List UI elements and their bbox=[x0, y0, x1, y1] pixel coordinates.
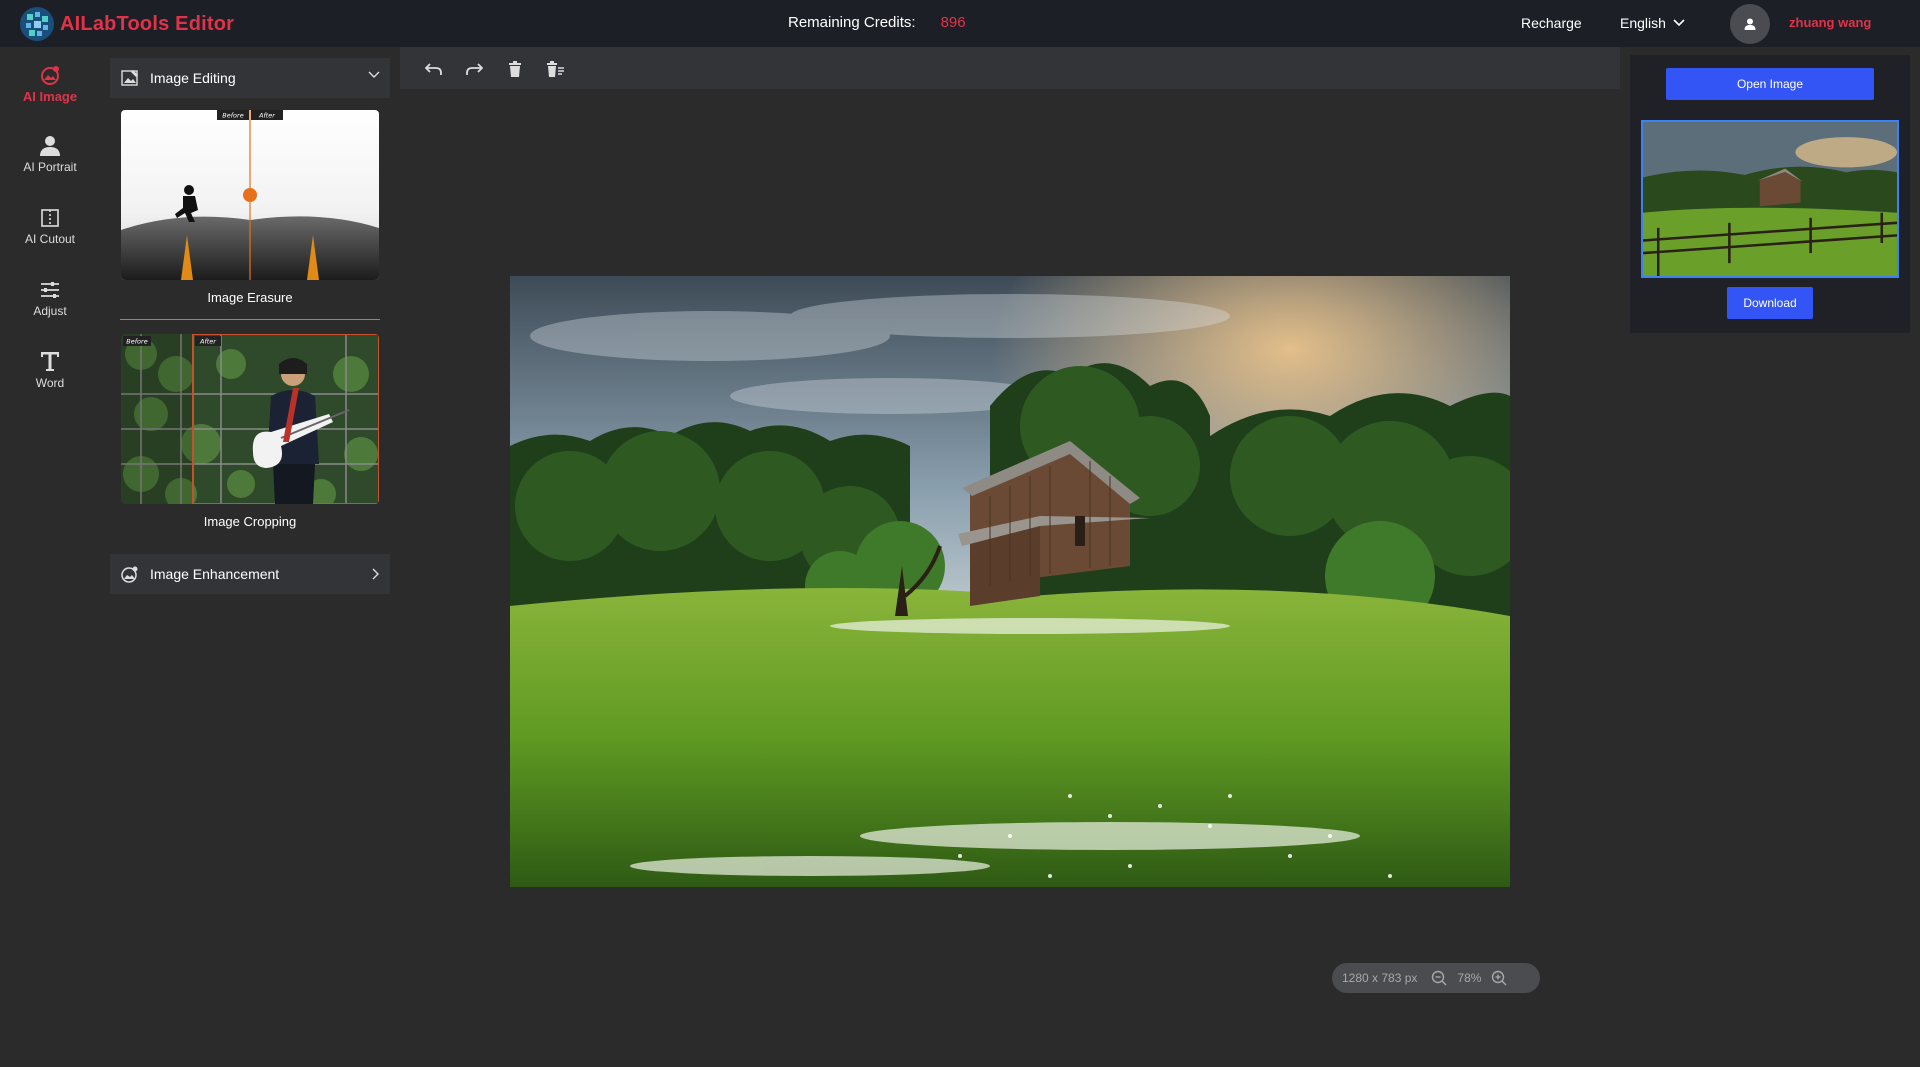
text-icon bbox=[41, 352, 59, 371]
nav-item-adjust[interactable]: Adjust bbox=[0, 279, 100, 339]
cropping-preview: Before After bbox=[121, 334, 379, 504]
zoom-in-icon[interactable] bbox=[1491, 970, 1507, 986]
delete-button[interactable] bbox=[505, 59, 525, 79]
zoom-out-icon[interactable] bbox=[1431, 970, 1447, 986]
credits-display: Remaining Credits: 896 bbox=[788, 14, 966, 31]
nav-label: AI Portrait bbox=[23, 160, 77, 174]
right-panel: Open Image Download bbox=[1630, 55, 1910, 333]
chevron-right-icon bbox=[372, 568, 379, 580]
username[interactable]: zhuang wang bbox=[1789, 15, 1871, 30]
tool-panel: Image Editing Before After Image Erasure… bbox=[100, 47, 400, 1067]
brand-name: AILabTools Editor bbox=[60, 12, 235, 35]
section-title: Image Enhancement bbox=[150, 566, 280, 582]
credits-label: Remaining Credits: bbox=[788, 14, 916, 31]
tool-label: Image Erasure bbox=[207, 290, 293, 305]
nav-label: Adjust bbox=[33, 304, 67, 318]
redo-icon bbox=[466, 63, 483, 75]
recharge-link[interactable]: Recharge bbox=[1521, 15, 1582, 31]
section-title: Image Editing bbox=[150, 70, 236, 86]
nav-label: AI Cutout bbox=[24, 232, 76, 246]
chevron-down-icon bbox=[1673, 19, 1685, 27]
after-tag: After bbox=[258, 112, 276, 120]
enhance-icon bbox=[121, 566, 138, 583]
erasure-preview: Before After bbox=[121, 110, 379, 280]
undo-button[interactable] bbox=[424, 59, 444, 79]
brand-logo[interactable]: AILabTools Editor bbox=[18, 5, 234, 43]
left-nav: AI Image AI Portrait AI Cutout Adjust Wo… bbox=[0, 47, 100, 1067]
section-image-enhancement[interactable]: Image Enhancement bbox=[110, 554, 390, 594]
delete-icon bbox=[509, 61, 521, 77]
divider bbox=[120, 319, 380, 320]
tool-label: Image Cropping bbox=[203, 514, 297, 529]
tool-image-erasure[interactable]: Before After Image Erasure bbox=[121, 110, 379, 305]
clear-all-icon bbox=[547, 61, 564, 77]
nav-item-ai-image[interactable]: AI Image bbox=[0, 64, 100, 124]
cutout-icon bbox=[41, 209, 59, 227]
before-tag: Before bbox=[126, 338, 147, 346]
redo-button[interactable] bbox=[464, 59, 484, 79]
nav-item-word[interactable]: Word bbox=[0, 349, 100, 409]
section-image-editing[interactable]: Image Editing bbox=[110, 58, 390, 98]
image-dimensions: 1280 x 783 px bbox=[1342, 971, 1418, 985]
user-icon bbox=[1744, 18, 1756, 30]
portrait-icon bbox=[40, 136, 60, 156]
zoom-bar: 1280 x 783 px 78% bbox=[1332, 963, 1540, 993]
nav-item-ai-cutout[interactable]: AI Cutout bbox=[0, 207, 100, 267]
chevron-down-icon bbox=[368, 71, 380, 78]
undo-icon bbox=[425, 63, 442, 75]
before-tag: Before bbox=[222, 112, 243, 120]
language-select[interactable]: English bbox=[1620, 15, 1685, 31]
nav-label: Word bbox=[35, 376, 65, 390]
image-edit-icon bbox=[121, 70, 138, 86]
language-label: English bbox=[1620, 15, 1666, 31]
credits-value: 896 bbox=[940, 14, 966, 31]
clear-all-button[interactable] bbox=[545, 59, 565, 79]
avatar[interactable] bbox=[1730, 4, 1770, 44]
top-header: AILabTools Editor Remaining Credits: 896… bbox=[0, 0, 1920, 47]
after-tag: After bbox=[199, 338, 217, 346]
tool-image-cropping[interactable]: Before After Image Cropping bbox=[121, 334, 379, 529]
ai-image-icon bbox=[41, 66, 59, 85]
image-thumbnail[interactable] bbox=[1641, 120, 1899, 278]
open-image-button[interactable]: Open Image bbox=[1666, 68, 1874, 100]
logo-icon bbox=[20, 7, 54, 41]
canvas-image[interactable] bbox=[510, 276, 1510, 887]
zoom-level: 78% bbox=[1457, 971, 1482, 985]
editor-toolbar bbox=[400, 47, 1620, 89]
download-button[interactable]: Download bbox=[1727, 287, 1813, 319]
nav-item-ai-portrait[interactable]: AI Portrait bbox=[0, 135, 100, 195]
sliders-icon bbox=[41, 282, 59, 298]
nav-label: AI Image bbox=[22, 89, 78, 104]
